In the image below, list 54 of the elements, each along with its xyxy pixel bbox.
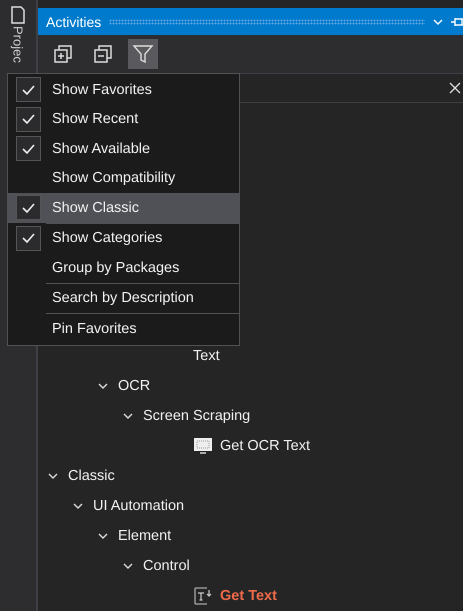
chevron-down-icon[interactable] [73, 501, 83, 511]
tree-item[interactable]: Control [143, 558, 190, 574]
chevron-down-icon[interactable] [98, 531, 108, 541]
menu-item-label: Show Recent [52, 111, 138, 128]
menu-item[interactable]: Show Favorites [8, 75, 239, 104]
check-icon [22, 233, 35, 244]
menu-item[interactable]: Search by Description [8, 284, 239, 313]
expand-all-icon [52, 43, 74, 65]
menu-item[interactable]: Show Categories [8, 224, 239, 253]
tree-item[interactable]: Get OCR Text [220, 438, 310, 454]
collapse-all-icon [92, 43, 114, 65]
checkbox[interactable] [16, 106, 41, 132]
tree-item[interactable]: OCR [118, 378, 150, 394]
tree-item[interactable]: Element [118, 528, 172, 544]
close-icon[interactable] [449, 82, 461, 94]
check-icon [22, 114, 35, 124]
tree-item[interactable]: Classic [68, 468, 115, 484]
menu-item[interactable]: Pin Favorites [8, 314, 239, 344]
menu-item[interactable]: Group by Packages [8, 253, 239, 282]
menu-item-label: Group by Packages [52, 260, 180, 276]
checkbox[interactable] [16, 226, 41, 251]
menu-item-label: Show Classic [52, 200, 140, 216]
chevron-down-icon[interactable] [123, 561, 133, 571]
menu-item[interactable]: Show Available [8, 134, 239, 164]
tree-item[interactable]: UI Automation [93, 498, 184, 514]
menu-item-label: Search by Description [52, 290, 194, 306]
tree-item[interactable]: Text [193, 348, 220, 364]
menu-item[interactable]: Show Classic [8, 193, 239, 222]
monitor-icon [193, 436, 213, 456]
menu-item[interactable]: Show Recent [8, 104, 239, 134]
filter-icon [132, 43, 154, 65]
tree-item[interactable]: Get Text [220, 588, 277, 604]
checkbox[interactable] [16, 77, 41, 102]
filter-button[interactable] [128, 39, 158, 69]
menu-item-label: Show Compatibility [52, 170, 176, 186]
text-icon [193, 586, 213, 606]
menu-item-label: Show Favorites [52, 82, 152, 98]
side-tab[interactable]: Projec [10, 26, 26, 63]
checkbox[interactable] [16, 195, 41, 220]
document-icon [11, 6, 25, 24]
menu-item-label: Show Categories [52, 230, 162, 246]
check-icon [22, 144, 35, 154]
check-icon [22, 84, 35, 95]
menu-item-label: Pin Favorites [52, 320, 137, 337]
checkbox[interactable] [16, 136, 41, 162]
chevron-down-icon[interactable] [123, 411, 133, 421]
menu-item[interactable]: Show Compatibility [8, 164, 239, 193]
check-icon [22, 202, 35, 213]
menu-item-label: Show Available [52, 140, 150, 157]
pin-icon[interactable] [451, 16, 463, 26]
tree-item[interactable]: Screen Scraping [143, 408, 250, 424]
chevron-down-icon[interactable] [98, 381, 108, 391]
chevron-down-icon[interactable] [48, 471, 58, 481]
panel-title: Activities [46, 14, 102, 30]
